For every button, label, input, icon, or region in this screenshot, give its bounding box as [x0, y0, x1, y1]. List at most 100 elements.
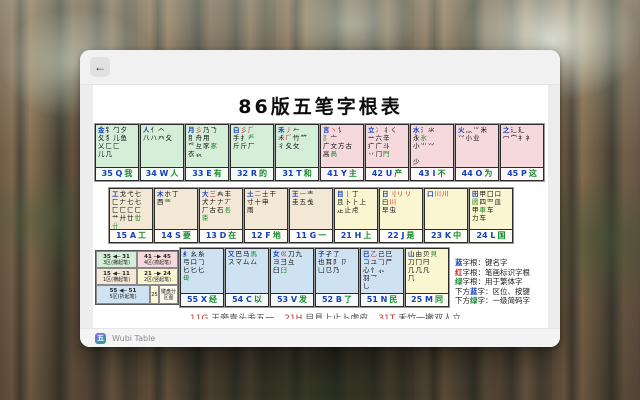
wubi-cell-W: 人亻𠆢八ハ癶夂34 W人 — [140, 124, 184, 181]
cell-key-label: 21 H上 — [335, 229, 377, 242]
wubi-cell-Q: 金钅勹夕夂犭儿鱼乂匚匚儿几35 Q我 — [95, 124, 139, 181]
wubi-cell-I: 水氵氺永氷小⺌⺍𡭔巛少43 I不 — [410, 124, 454, 181]
window-titlebar: ← — [80, 50, 560, 85]
wubi-cell-O: 火灬⺌米⺍小业44 O为 — [455, 124, 499, 181]
cell-radicals: 金钅勹夕夂犭儿鱼乂匚匚儿几 — [96, 125, 138, 167]
legend-line: 下方蓝字：区位、按键 — [455, 287, 548, 297]
cell-key-label: 32 R的 — [231, 167, 273, 180]
cell-key-label: 23 K中 — [425, 229, 467, 242]
window-footer: 五 Wubi Table — [80, 328, 560, 347]
wubi-cell-A: 工戈弋七匚𠂇七七匚匸ㄈㄈ艹廾廿丗卄15 A工 — [109, 188, 153, 243]
key-row-bottom: 35 ◀─ 313区(撇起笔)41 ─▶ 454区(捺起笔)15 ◀─ 111区… — [95, 248, 548, 307]
wubi-cell-B: 子孑了也耳阝卩凵㔾乃52 B了 — [315, 248, 359, 307]
cell-key-label: 24 L国 — [470, 229, 512, 242]
cell-radicals: 王一龶圭五戋 — [290, 189, 332, 229]
zone-map-caption: 键盘分区图 — [159, 285, 178, 304]
wubi-cell-H: 目丨丁且卜⺊上龰止虍21 H上 — [334, 188, 378, 243]
cell-radicals: 言丶讠訁亠𠂛广文方古高咼 — [321, 125, 363, 167]
zone-map-cell: 41 ─▶ 454区(捺起笔) — [137, 251, 178, 268]
cell-key-label: 55 X经 — [181, 293, 223, 306]
cell-radicals: 口川川 — [425, 189, 467, 229]
zone-map-cell: 21 ─▶ 242区(竖起笔) — [137, 268, 178, 285]
wubi-cell-D: 大三𡗗丰犬𠂇ナ丆厂古石镸𦣞13 D在 — [199, 188, 243, 243]
cell-radicals: 工戈弋七匚𠂇七七匚匸ㄈㄈ艹廾廿丗卄 — [110, 189, 152, 229]
cell-key-label: 15 A工 — [110, 229, 152, 242]
page-title: 86版五笔字根表 — [93, 92, 548, 119]
zone-map-cell: 55 ◀─ 515区(折起笔) — [96, 285, 150, 304]
cell-key-label: 42 U产 — [366, 167, 408, 180]
keyboard-zone-map: 35 ◀─ 313区(撇起笔)41 ─▶ 454区(捺起笔)15 ◀─ 111区… — [95, 250, 179, 305]
wubi-cell-V: 女巛刀九ヨ彐彑臼𦥑53 V发 — [270, 248, 314, 307]
cell-radicals: 女巛刀九ヨ彐彑臼𦥑 — [271, 249, 313, 293]
cell-key-label: 33 E有 — [186, 167, 228, 180]
wubi-cell-J: 日刂リリ曰川早虫22 J是 — [379, 188, 423, 243]
wubi-cell-R: 白彡𠂆手扌龵斤斤厂32 R的 — [230, 124, 274, 181]
cell-radicals: 之辶廴冖宀礻衤 — [501, 125, 543, 167]
cell-key-label: 12 F地 — [245, 229, 287, 242]
wubi-cell-N: 已乙己巳コユ𠃌尸心忄⺗羽乛乚51 N民 — [360, 248, 404, 307]
color-legend: 蓝字根：键名字红字根：笔画标识字根绿字根：用于繁体字下方蓝字：区位、按键下方绿字… — [455, 258, 548, 307]
cell-key-label: 53 V发 — [271, 293, 313, 306]
cell-key-label: 31 T和 — [276, 167, 318, 180]
key-row-home: 工戈弋七匚𠂇七七匚匸ㄈㄈ艹廾廿丗卄15 A工木朩丁西覀14 S要大三𡗗丰犬𠂇ナ丆… — [109, 188, 548, 243]
wubi-cell-F: 土二士干寸十申雨12 F地 — [244, 188, 288, 243]
cell-radicals: 又巴马馬スマム厶 — [226, 249, 268, 293]
wubi-cell-U: 立冫丬く䒑六辛疒广斗丷门門42 U产 — [365, 124, 409, 181]
legend-line: 绿字根：用于繁体字 — [455, 277, 548, 287]
chart-panel: 86版五笔字根表 金钅勹夕夂犭儿鱼乂匚匚儿几35 Q我人亻𠆢八ハ癶夂34 W人月… — [93, 85, 548, 329]
legend-line: 下方绿字：一级简码字 — [455, 296, 548, 306]
zone-map-corner-25: 25 — [150, 285, 159, 304]
cell-radicals: 月彡乃𠄎⺝舟用爫彑豕豖衣𧘇 — [186, 125, 228, 167]
cell-key-label: 35 Q我 — [96, 167, 138, 180]
cell-key-label: 54 C以 — [226, 293, 268, 306]
cell-key-label: 14 S要 — [155, 229, 197, 242]
cell-key-label: 25 M同 — [406, 293, 448, 306]
legend-line: 蓝字根：键名字 — [455, 258, 548, 268]
cell-radicals: 大三𡗗丰犬𠂇ナ丆厂古石镸𦣞 — [200, 189, 242, 229]
wubi-cell-S: 木朩丁西覀14 S要 — [154, 188, 198, 243]
cell-radicals: 人亻𠆢八ハ癶夂 — [141, 125, 183, 167]
cell-radicals: 立冫丬く䒑六辛疒广斗丷门門 — [366, 125, 408, 167]
wubi-app-icon: 五 — [95, 333, 106, 344]
cell-key-label: 13 D在 — [200, 229, 242, 242]
cell-radicals: 土二士干寸十申雨 — [245, 189, 287, 229]
cell-key-label: 22 J是 — [380, 229, 422, 242]
wubi-cell-K: 口川川23 K中 — [424, 188, 468, 243]
wubi-cell-T: 禾丿𠂉𥝌𠂆竹⺮彳夂攵31 T和 — [275, 124, 319, 181]
cell-key-label: 44 O为 — [456, 167, 498, 180]
cell-key-label: 52 B了 — [316, 293, 358, 306]
zone-map-cell: 15 ◀─ 111区(横起笔) — [96, 268, 137, 285]
cell-radicals: 水氵氺永氷小⺌⺍𡭔巛少 — [411, 125, 453, 167]
wubi-cell-P: 之辶廴冖宀礻衤45 P这 — [500, 124, 544, 181]
cell-radicals: 山由贝貝刀冂𠔼几几凡𠘨 — [406, 249, 448, 293]
cell-radicals: 已乙己巳コユ𠃌尸心忄⺗羽乛乚 — [361, 249, 403, 293]
cell-radicals: 目丨丁且卜⺊上龰止虍 — [335, 189, 377, 229]
cell-key-label: 41 Y主 — [321, 167, 363, 180]
cell-radicals: 白彡𠂆手扌龵斤斤厂 — [231, 125, 273, 167]
zone-map-cell: 35 ◀─ 313区(撇起笔) — [96, 251, 137, 268]
cell-key-label: 51 N民 — [361, 293, 403, 306]
cell-key-label: 45 P这 — [501, 167, 543, 180]
mnemonic-strip-clipped: 11G 王旁青头戋五一21H 目具上止卜虎皮31T 禾竹一撇双人立 — [93, 311, 548, 319]
cell-radicals: 火灬⺌米⺍小业 — [456, 125, 498, 167]
wubi-cell-M: 山由贝貝刀冂𠔼几几凡𠘨25 M同 — [405, 248, 449, 307]
wubi-cell-L: 田甲囗口囻四罒皿甲車车力车24 L国 — [469, 188, 513, 243]
wubi-cell-C: 又巴马馬スマム厶54 C以 — [225, 248, 269, 307]
footer-app-name: Wubi Table — [112, 334, 155, 343]
cell-radicals: 田甲囗口囻四罒皿甲車车力车 — [470, 189, 512, 229]
key-row-top: 金钅勹夕夂犭儿鱼乂匚匚儿几35 Q我人亻𠆢八ハ癶夂34 W人月彡乃𠄎⺝舟用爫彑豕… — [95, 124, 548, 181]
radical-grid: 金钅勹夕夂犭儿鱼乂匚匚儿几35 Q我人亻𠆢八ハ癶夂34 W人月彡乃𠄎⺝舟用爫彑豕… — [93, 124, 548, 307]
cell-key-label: 43 I不 — [411, 167, 453, 180]
wubi-cell-X: 纟幺糸弓口𠃌匕匕𠤎毌55 X经 — [180, 248, 224, 307]
wubi-cell-Y: 言丶讠訁亠𠂛广文方古高咼41 Y主 — [320, 124, 364, 181]
wubi-cell-E: 月彡乃𠄎⺝舟用爫彑豕豖衣𧘇33 E有 — [185, 124, 229, 181]
cell-radicals: 木朩丁西覀 — [155, 189, 197, 229]
cell-radicals: 日刂リリ曰川早虫 — [380, 189, 422, 229]
legend-line: 红字根：笔画标识字根 — [455, 268, 548, 278]
back-button[interactable]: ← — [90, 57, 110, 77]
wubi-table-window: ← 86版五笔字根表 金钅勹夕夂犭儿鱼乂匚匚儿几35 Q我人亻𠆢八ハ癶夂34 W… — [80, 50, 560, 347]
cell-radicals: 纟幺糸弓口𠃌匕匕𠤎毌 — [181, 249, 223, 293]
wubi-cell-G: 王一龶圭五戋11 G一 — [289, 188, 333, 243]
cell-key-label: 34 W人 — [141, 167, 183, 180]
cell-key-label: 11 G一 — [290, 229, 332, 242]
